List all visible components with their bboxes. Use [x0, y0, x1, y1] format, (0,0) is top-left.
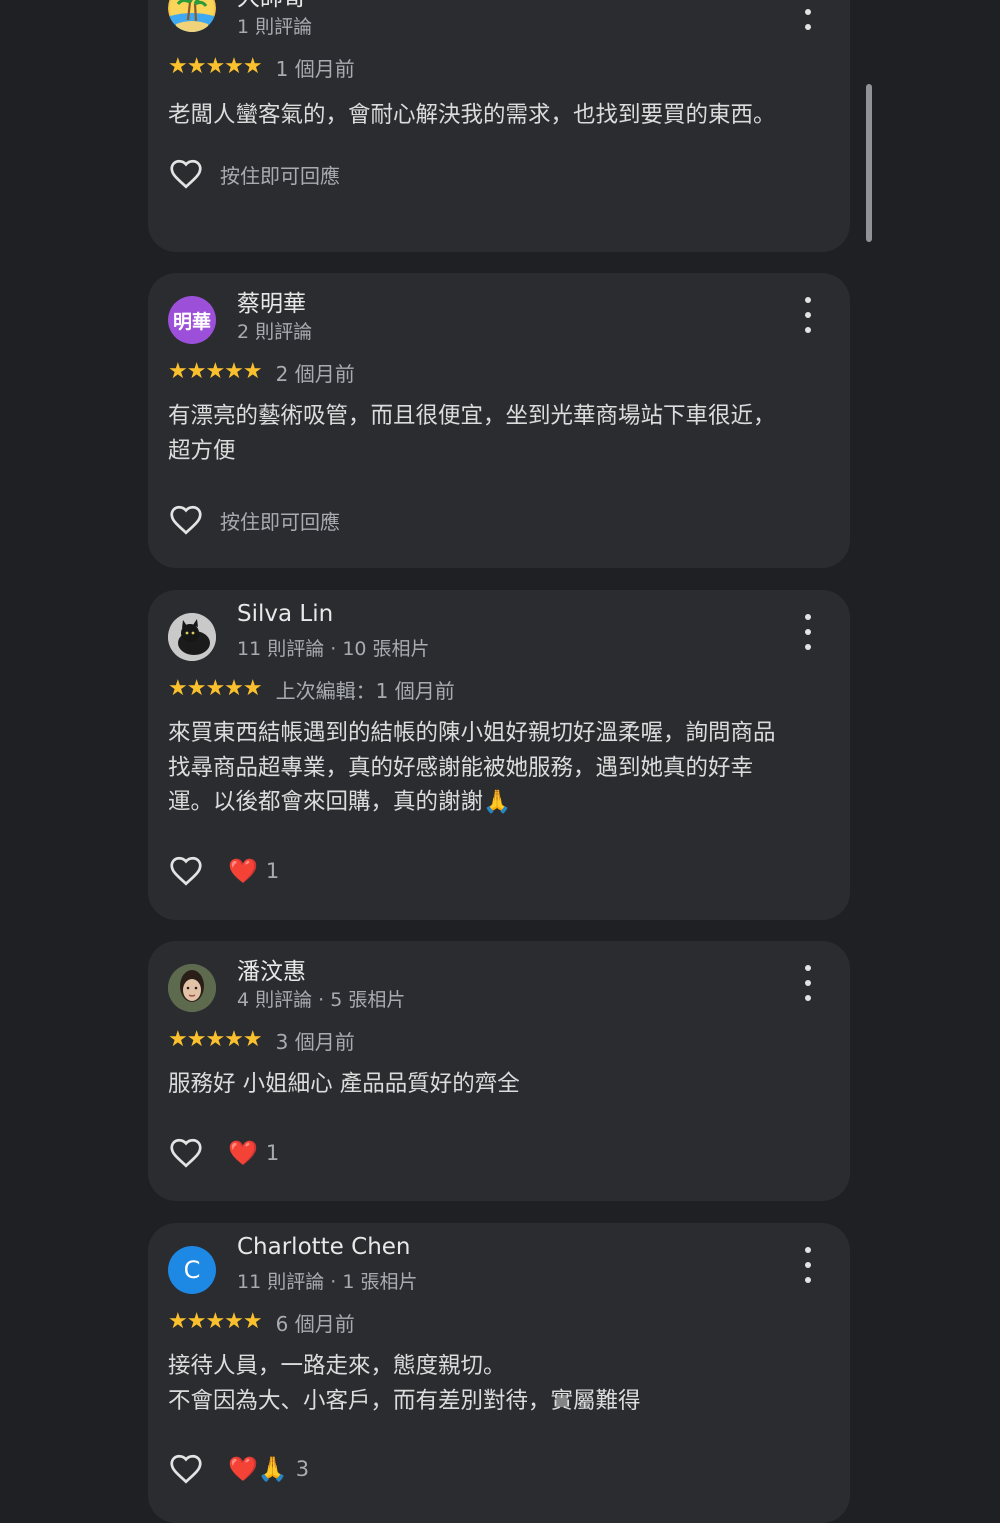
reaction-count: 1 [265, 859, 280, 883]
reviewer-name[interactable]: 蔡明華 [237, 284, 306, 318]
black-cat-photo [168, 613, 216, 661]
review-time: 上次編輯：1 個月前 [275, 678, 455, 703]
reviewer-meta: 1 則評論 [237, 16, 313, 38]
star-rating: ★★★★★ [168, 54, 263, 79]
reaction-count: 3 [295, 1457, 310, 1481]
like-button[interactable] [166, 500, 206, 540]
reviewer-name[interactable]: 大帥哥 [237, 0, 306, 12]
like-button[interactable] [166, 1449, 206, 1489]
scrollbar[interactable] [866, 84, 872, 242]
avatar[interactable]: C [168, 1246, 216, 1294]
reaction-summary[interactable]: ❤️ 1 [228, 859, 279, 883]
review-time: 1 個月前 [275, 56, 355, 81]
portrait-photo [168, 964, 216, 1012]
reaction-count: 1 [265, 1141, 280, 1165]
reviewer-name[interactable]: Silva Lin [237, 601, 333, 627]
more-options-icon[interactable] [800, 0, 816, 30]
review-time: 2 個月前 [275, 361, 355, 386]
review-actions: 按住即可回應 [166, 154, 340, 194]
review-card: 潘汶惠 4 則評論 · 5 張相片 ★★★★★ 3 個月前 服務好 小姐細心 產… [148, 941, 850, 1201]
review-actions: 按住即可回應 [166, 500, 340, 540]
avatar[interactable] [168, 964, 216, 1012]
review-actions: ❤️ 1 [166, 1133, 279, 1173]
avatar[interactable] [168, 613, 216, 661]
avatar-initial: C [183, 1256, 201, 1284]
heart-outline-icon [170, 505, 202, 535]
star-rating: ★★★★★ [168, 1309, 263, 1334]
avatar-initials: 明華 [172, 310, 211, 333]
heart-outline-icon [170, 1454, 202, 1484]
rating-row: ★★★★★ 6 個月前 [168, 1307, 355, 1337]
star-rating: ★★★★★ [168, 1027, 263, 1052]
review-card: Silva Lin 11 則評論 · 10 張相片 ★★★★★ 上次編輯：1 個… [148, 590, 850, 920]
reviewer-meta: 4 則評論 · 5 張相片 [237, 989, 406, 1011]
avatar[interactable]: 明華 [168, 296, 216, 344]
more-options-icon[interactable] [800, 297, 816, 333]
heart-and-pray-icon: ❤️🙏 [228, 1455, 288, 1483]
rating-row: ★★★★★ 3 個月前 [168, 1025, 355, 1055]
reply-hint: 按住即可回應 [220, 509, 340, 534]
reaction-summary[interactable]: ❤️ 1 [228, 1141, 279, 1165]
heart-outline-icon [170, 159, 202, 189]
palm-island-icon [168, 0, 216, 32]
review-text: 老闆人蠻客氣的，會耐心解決我的需求，也找到要買的東西。 [168, 102, 776, 128]
reaction-summary[interactable]: ❤️🙏 3 [228, 1457, 309, 1481]
rating-row: ★★★★★ 1 個月前 [168, 52, 355, 82]
review-actions: ❤️🙏 3 [166, 1449, 309, 1489]
reviewer-meta: 11 則評論 · 1 張相片 [237, 1271, 418, 1293]
reviewer-name[interactable]: 潘汶惠 [237, 952, 306, 986]
review-time: 6 個月前 [275, 1311, 355, 1336]
like-button[interactable] [166, 154, 206, 194]
review-card: 明華 蔡明華 2 則評論 ★★★★★ 2 個月前 有漂亮的藝術吸管，而且很便宜，… [148, 273, 850, 568]
reviewer-name[interactable]: Charlotte Chen [237, 1234, 411, 1260]
more-options-icon[interactable] [800, 1247, 816, 1283]
review-text: 接待人員，一路走來，態度親切。 不會因為大、小客戶，而有差別對待，實屬難得 [168, 1353, 641, 1414]
like-button[interactable] [166, 1133, 206, 1173]
red-heart-icon: ❤️ [228, 1139, 258, 1167]
rating-row: ★★★★★ 上次編輯：1 個月前 [168, 674, 455, 704]
review-time: 3 個月前 [275, 1029, 355, 1054]
heart-outline-icon [170, 856, 202, 886]
review-card: 大帥哥 1 則評論 ★★★★★ 1 個月前 老闆人蠻客氣的，會耐心解決我的需求，… [148, 0, 850, 252]
avatar[interactable] [168, 0, 216, 32]
review-text: 有漂亮的藝術吸管，而且很便宜，坐到光華商場站下車很近， 超方便 [168, 403, 776, 464]
review-text: 服務好 小姐細心 產品品質好的齊全 [168, 1071, 520, 1097]
star-rating: ★★★★★ [168, 359, 263, 384]
review-text: 來買東西結帳遇到的結帳的陳小姐好親切好溫柔喔，詢問商品 找尋商品超專業，真的好感… [168, 720, 776, 815]
reviewer-meta: 11 則評論 · 10 張相片 [237, 638, 430, 660]
more-options-icon[interactable] [800, 965, 816, 1001]
red-heart-icon: ❤️ [228, 857, 258, 885]
reviewer-meta: 2 則評論 [237, 321, 313, 343]
reply-hint: 按住即可回應 [220, 163, 340, 188]
heart-outline-icon [170, 1138, 202, 1168]
like-button[interactable] [166, 851, 206, 891]
star-rating: ★★★★★ [168, 676, 263, 701]
review-actions: ❤️ 1 [166, 851, 279, 891]
rating-row: ★★★★★ 2 個月前 [168, 357, 355, 387]
review-card: C Charlotte Chen 11 則評論 · 1 張相片 ★★★★★ 6 … [148, 1223, 850, 1523]
more-options-icon[interactable] [800, 614, 816, 650]
